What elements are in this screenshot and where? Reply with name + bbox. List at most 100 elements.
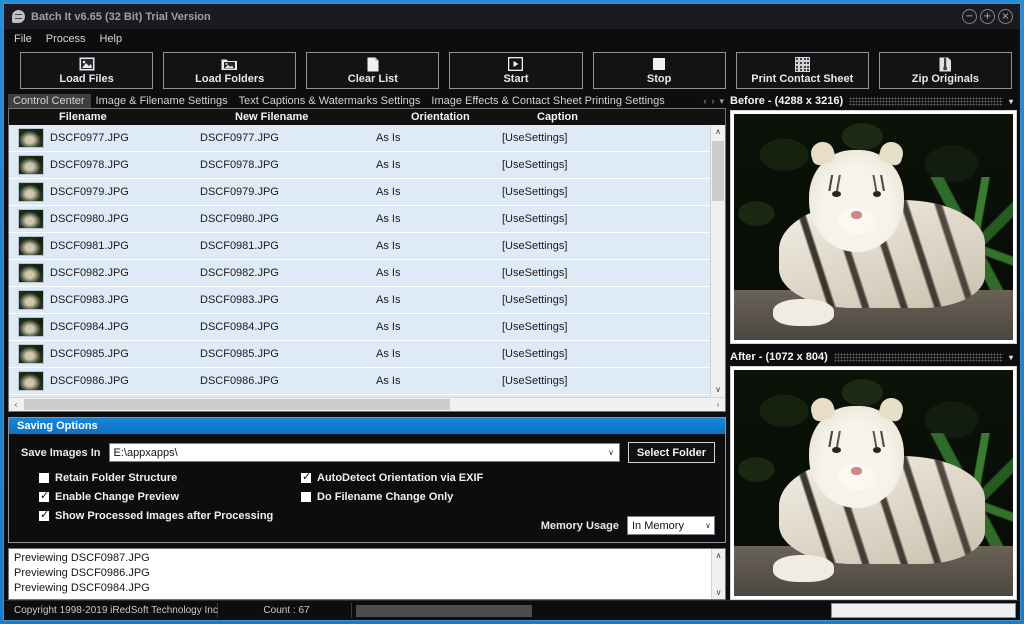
tab-prev-icon[interactable]: ‹ [703,96,706,107]
cell-orientation: As Is [376,321,401,333]
thumbnail-icon [18,128,44,148]
select-folder-button[interactable]: Select Folder [627,442,715,463]
tiger-eye-left [832,190,841,197]
menu-process[interactable]: Process [46,33,86,45]
print-contact-sheet-label: Print Contact Sheet [751,73,854,85]
table-row[interactable]: DSCF0986.JPG DSCF0986.JPG As Is [UseSetting… [9,368,710,395]
vertical-scroll-thumb[interactable] [712,141,724,201]
file-list: Filename New Filename Orientation Captio… [8,108,726,412]
clear-list-button[interactable]: Clear List [306,52,440,89]
checkbox-do-filename-change-only[interactable]: Do Filename Change Only [301,491,715,503]
scroll-down-icon[interactable]: ∨ [711,383,725,397]
menu-help[interactable]: Help [99,33,122,45]
horizontal-scroll-track[interactable] [23,399,711,410]
tiger-head [808,395,905,508]
checkbox-box[interactable] [39,489,49,502]
stop-button[interactable]: Stop [592,52,726,89]
zip-originals-button[interactable]: Zip Originals [878,52,1012,89]
file-list-horizontal-scrollbar[interactable]: ‹ › [9,397,725,411]
document-icon [367,55,379,73]
checkbox-box[interactable] [39,473,49,483]
checkbox-enable-change-preview[interactable]: Enable Change Preview [39,489,301,503]
vertical-scroll-track[interactable] [711,139,725,383]
tiger-brow-left [816,430,850,447]
table-row[interactable]: DSCF0980.JPG DSCF0980.JPG As Is [UseSetting… [9,206,710,233]
cell-filename: DSCF0979.JPG [50,186,129,198]
cell-filename: DSCF0983.JPG [50,294,129,306]
memory-usage-row: Memory Usage In Memory ∨ [301,516,715,535]
toolbar: Load Files Load Folders Clear List Start… [4,49,1020,91]
thumbnail-icon [18,182,44,202]
table-row[interactable]: DSCF0981.JPG DSCF0981.JPG As Is [UseSetting… [9,233,710,260]
file-list-vertical-scrollbar[interactable]: ∧ ∨ [710,125,725,397]
table-row[interactable]: DSCF0985.JPG DSCF0985.JPG As Is [UseSetting… [9,341,710,368]
horizontal-scroll-thumb[interactable] [24,399,450,410]
memory-usage-select[interactable]: In Memory ∨ [627,516,715,535]
checkbox-retain-folder-structure[interactable]: Retain Folder Structure [39,472,301,484]
after-preview-image-box[interactable] [730,366,1017,600]
column-orientation[interactable]: Orientation [405,111,531,123]
scroll-up-icon[interactable]: ∧ [711,125,725,139]
table-row[interactable]: DSCF0982.JPG DSCF0982.JPG As Is [UseSetting… [9,260,710,287]
cell-caption: [UseSettings] [502,267,568,279]
scroll-right-icon[interactable]: › [711,400,725,409]
table-row[interactable]: DSCF0978.JPG DSCF0978.JPG As Is [UseSetting… [9,152,710,179]
menu-file[interactable]: File [14,33,32,45]
log-scroll-down-icon[interactable]: ∨ [712,586,725,599]
log-text[interactable]: Previewing DSCF0987.JPG Previewing DSCF0… [9,549,711,599]
tab-image-effects-contact-sheet-settings[interactable]: Image Effects & Contact Sheet Printing S… [426,94,670,108]
log-panel: Previewing DSCF0987.JPG Previewing DSCF0… [8,548,726,600]
checkbox-box[interactable] [39,508,49,521]
cell-new-filename: DSCF0978.JPG [200,159,279,171]
after-preview-header: After - (1072 x 804) ▾ [730,348,1017,366]
log-scroll-up-icon[interactable]: ∧ [712,549,725,562]
table-row[interactable]: DSCF0983.JPG DSCF0983.JPG As Is [UseSetting… [9,287,710,314]
progress-bar [356,603,566,618]
cell-filename: DSCF0978.JPG [50,159,129,171]
save-path-combobox[interactable]: E:\appxapps\ ∨ [108,443,620,462]
chevron-down-icon[interactable]: ∨ [605,448,617,457]
cell-new-filename: DSCF0984.JPG [200,321,279,333]
table-row[interactable]: DSCF0979.JPG DSCF0979.JPG As Is [UseSetting… [9,179,710,206]
load-folders-button[interactable]: Load Folders [163,52,297,89]
before-preview-image-box[interactable] [730,110,1017,344]
column-filename[interactable]: Filename [53,111,229,123]
log-scrollbar[interactable]: ∧ ∨ [711,549,725,599]
tab-control-center[interactable]: Control Center [8,94,91,108]
tab-next-icon[interactable]: › [711,96,714,107]
scroll-left-icon[interactable]: ‹ [9,400,23,409]
column-new-filename[interactable]: New Filename [229,111,405,123]
play-icon [508,55,524,73]
chevron-down-icon[interactable]: ∨ [702,521,714,530]
load-folders-label: Load Folders [195,73,265,85]
chevron-down-icon[interactable]: ▾ [1009,97,1017,106]
tiger-paw [773,299,835,327]
tab-menu-icon[interactable]: ▾ [719,96,724,107]
checkbox-label: AutoDetect Orientation via EXIF [317,472,484,484]
print-contact-sheet-button[interactable]: Print Contact Sheet [735,52,869,89]
cell-caption: [UseSettings] [502,159,568,171]
cell-caption: [UseSettings] [502,294,568,306]
title-bar[interactable]: Batch It v6.65 (32 Bit) Trial Version − … [4,4,1020,29]
file-list-rows: DSCF0977.JPG DSCF0977.JPG As Is [UseSetting… [9,125,710,397]
checkbox-autodetect-orientation-exif[interactable]: AutoDetect Orientation via EXIF [301,470,715,484]
close-icon[interactable]: × [998,9,1013,24]
thumbnail-icon [18,317,44,337]
checkbox-box[interactable] [301,470,311,483]
tab-image-filename-settings[interactable]: Image & Filename Settings [91,94,234,108]
app-icon [12,10,25,23]
chevron-down-icon[interactable]: ▾ [1009,353,1017,362]
load-files-button[interactable]: Load Files [20,52,154,89]
minimize-icon[interactable]: − [962,9,977,24]
table-row[interactable]: DSCF0977.JPG DSCF0977.JPG As Is [UseSetting… [9,125,710,152]
folder-image-icon [221,55,238,73]
checkbox-box[interactable] [301,492,311,502]
table-row[interactable]: DSCF0984.JPG DSCF0984.JPG As Is [UseSetting… [9,314,710,341]
cell-orientation: As Is [376,132,401,144]
cell-filename: DSCF0981.JPG [50,240,129,252]
column-caption[interactable]: Caption [531,111,725,123]
tab-text-captions-watermarks-settings[interactable]: Text Captions & Watermarks Settings [234,94,427,108]
maximize-icon[interactable]: + [980,9,995,24]
start-button[interactable]: Start [449,52,583,89]
checkbox-show-processed-images[interactable]: Show Processed Images after Processing [39,508,301,522]
